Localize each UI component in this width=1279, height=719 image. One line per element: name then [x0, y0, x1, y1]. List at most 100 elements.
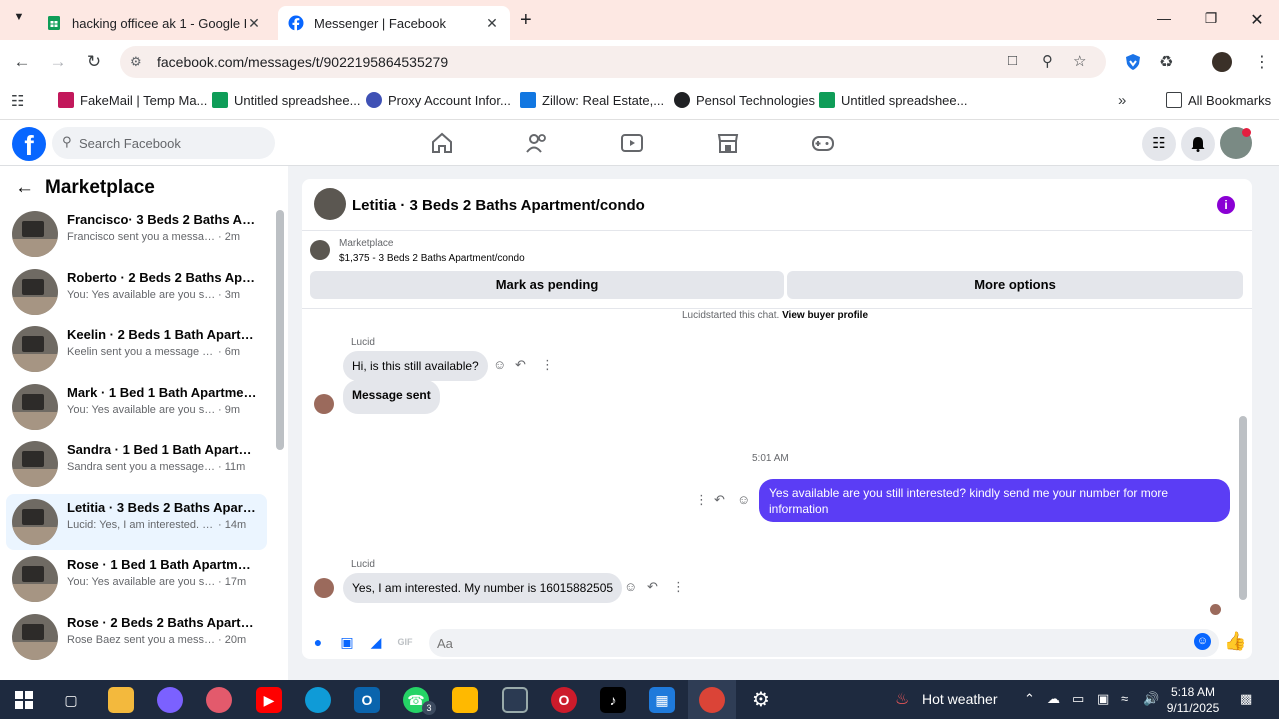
- sidebar-scrollbar[interactable]: [276, 210, 284, 450]
- profile-avatar[interactable]: [1212, 52, 1232, 72]
- conversation-item[interactable]: Sandra · 1 Bed 1 Bath Apartmen... Sandra …: [6, 436, 267, 492]
- react-icon[interactable]: ☺: [624, 579, 637, 594]
- forward-button[interactable]: →: [46, 50, 70, 74]
- incoming-message[interactable]: Message sent: [343, 380, 440, 414]
- apps-grid-icon[interactable]: ☷: [11, 92, 24, 110]
- device-icon[interactable]: ▣: [1097, 691, 1109, 707]
- home-icon[interactable]: [430, 132, 454, 154]
- youtube-icon[interactable]: ▶: [256, 687, 282, 713]
- bookmark-fakemail[interactable]: FakeMail | Temp Ma...: [58, 92, 207, 108]
- outlook-icon[interactable]: O: [354, 687, 380, 713]
- sender-avatar[interactable]: [314, 394, 334, 414]
- weather-text[interactable]: Hot weather: [922, 691, 997, 707]
- chat-title[interactable]: Letitia · 3 Beds 2 Baths Apartment/condo: [352, 197, 645, 214]
- listing-thumbnail[interactable]: [310, 240, 330, 260]
- close-window-button[interactable]: ✕: [1245, 10, 1269, 30]
- more-options-button[interactable]: More options: [787, 271, 1243, 299]
- more-icon[interactable]: ⋮: [672, 579, 685, 595]
- close-icon[interactable]: ✕: [484, 15, 500, 32]
- bookmark-spreadsheet-1[interactable]: Untitled spreadshee...: [212, 92, 360, 108]
- menu-grid-button[interactable]: ☷: [1142, 127, 1176, 161]
- microsoft-store-icon[interactable]: ▦: [649, 687, 675, 713]
- emoji-icon[interactable]: ☺: [1194, 633, 1211, 650]
- video-icon[interactable]: [620, 132, 644, 154]
- file-explorer-icon[interactable]: [108, 687, 134, 713]
- close-icon[interactable]: ✕: [246, 15, 262, 32]
- reply-icon[interactable]: ↶: [515, 357, 526, 373]
- medal-app-icon[interactable]: [452, 687, 478, 713]
- listing-description[interactable]: $1,375 - 3 Beds 2 Baths Apartment/condo: [339, 253, 525, 264]
- chat-scrollbar[interactable]: [1239, 416, 1247, 600]
- message-input-field[interactable]: [429, 629, 1219, 657]
- browser-menu-icon[interactable]: ⋮: [1254, 52, 1270, 72]
- reply-icon[interactable]: ↶: [647, 579, 658, 595]
- url-text[interactable]: facebook.com/messages/t/9022195864535279: [157, 54, 448, 70]
- cloud-icon[interactable]: ☁: [1047, 691, 1060, 707]
- all-bookmarks[interactable]: All Bookmarks: [1166, 92, 1271, 108]
- outgoing-message[interactable]: Yes available are you still interested? …: [759, 479, 1230, 522]
- extensions-icon[interactable]: ♻: [1159, 52, 1173, 72]
- mark-as-pending-button[interactable]: Mark as pending: [310, 271, 784, 299]
- more-bookmarks-icon[interactable]: »: [1118, 92, 1126, 109]
- facebook-search-input[interactable]: ⚲ Search Facebook: [52, 127, 275, 159]
- incoming-message[interactable]: Hi, is this still available?: [343, 351, 488, 381]
- friends-icon[interactable]: [525, 132, 549, 154]
- sender-avatar[interactable]: [314, 578, 334, 598]
- restore-button[interactable]: ❐: [1199, 10, 1223, 27]
- conversation-item[interactable]: Keelin · 2 Beds 1 Bath Apartmen... Keelin…: [6, 321, 267, 377]
- conversation-item[interactable]: Rose · 2 Beds 2 Baths Apartmen... Rose Ba…: [6, 609, 267, 665]
- conversation-item[interactable]: Rose · 1 Bed 1 Bath Apartment/c... You: Y…: [6, 551, 267, 607]
- react-icon[interactable]: ☺: [493, 357, 506, 372]
- address-bar[interactable]: ⚙ facebook.com/messages/t/90221958645352…: [120, 46, 1106, 78]
- app-icon[interactable]: [502, 687, 528, 713]
- minimize-button[interactable]: —: [1152, 10, 1176, 26]
- site-info-icon[interactable]: ⚙: [130, 54, 142, 70]
- new-tab-button[interactable]: +: [520, 9, 532, 32]
- tab-messenger[interactable]: Messenger | Facebook ✕: [278, 6, 510, 40]
- bookmark-pensol[interactable]: Pensol Technologies: [674, 92, 815, 108]
- wifi-icon[interactable]: ≈: [1121, 691, 1128, 706]
- task-view-icon[interactable]: ▢: [58, 687, 84, 713]
- back-arrow-icon[interactable]: ←: [15, 177, 34, 199]
- notifications-button[interactable]: [1181, 127, 1215, 161]
- conversation-item[interactable]: Letitia · 3 Beds 2 Baths Apartme... Lucid…: [6, 493, 267, 550]
- incoming-message[interactable]: Yes, I am interested. My number is 16015…: [343, 573, 623, 603]
- gaming-icon[interactable]: [811, 132, 835, 154]
- windows-start-icon[interactable]: [15, 691, 33, 709]
- view-buyer-profile-link[interactable]: View buyer profile: [782, 310, 868, 321]
- gif-icon[interactable]: GIF: [397, 634, 413, 650]
- settings-icon[interactable]: ⚙: [748, 687, 774, 713]
- reply-icon[interactable]: ↶: [714, 492, 725, 508]
- notification-center-icon[interactable]: ▩: [1240, 691, 1252, 707]
- bookmark-proxy[interactable]: Proxy Account Infor...: [366, 92, 511, 108]
- chrome-icon[interactable]: [699, 687, 725, 713]
- conversation-item[interactable]: Mark · 1 Bed 1 Bath Apartment/... You: Ye…: [6, 379, 267, 435]
- microphone-icon[interactable]: ●: [310, 634, 326, 650]
- install-app-icon[interactable]: □: [1008, 52, 1017, 69]
- conversation-item[interactable]: Roberto · 2 Beds 2 Baths Apart... You: Ye…: [6, 264, 267, 320]
- tab-search-button[interactable]: ▼: [10, 11, 28, 29]
- clock[interactable]: 5:18 AM 9/11/2025: [1165, 684, 1221, 716]
- opera-icon[interactable]: O: [551, 687, 577, 713]
- back-button[interactable]: ←: [10, 50, 34, 74]
- conversation-item[interactable]: Francisco· 3 Beds 2 Baths Apart... Franci…: [6, 206, 267, 262]
- shield-extension-icon[interactable]: [1124, 53, 1142, 71]
- more-icon[interactable]: ⋮: [695, 492, 708, 508]
- tiktok-icon[interactable]: ♪: [600, 687, 626, 713]
- bookmark-star-icon[interactable]: ☆: [1073, 52, 1086, 70]
- facebook-logo-icon[interactable]: f: [12, 127, 46, 161]
- message-input[interactable]: [437, 634, 1177, 652]
- edge-icon[interactable]: [305, 687, 331, 713]
- info-icon[interactable]: i: [1217, 196, 1235, 214]
- thumbs-up-icon[interactable]: 👍: [1224, 631, 1246, 652]
- chat-avatar[interactable]: [314, 188, 346, 220]
- more-icon[interactable]: ⋮: [541, 357, 554, 373]
- volume-icon[interactable]: 🔊: [1143, 691, 1159, 707]
- app-icon[interactable]: [206, 687, 232, 713]
- marketplace-icon[interactable]: [716, 132, 740, 154]
- reload-button[interactable]: ↻: [82, 50, 106, 74]
- copilot-icon[interactable]: [157, 687, 183, 713]
- chevron-up-icon[interactable]: ⌃: [1024, 691, 1035, 707]
- react-icon[interactable]: ☺: [737, 492, 750, 507]
- tab-google-sheets[interactable]: hacking officee ak 1 - Google D ✕: [36, 6, 272, 40]
